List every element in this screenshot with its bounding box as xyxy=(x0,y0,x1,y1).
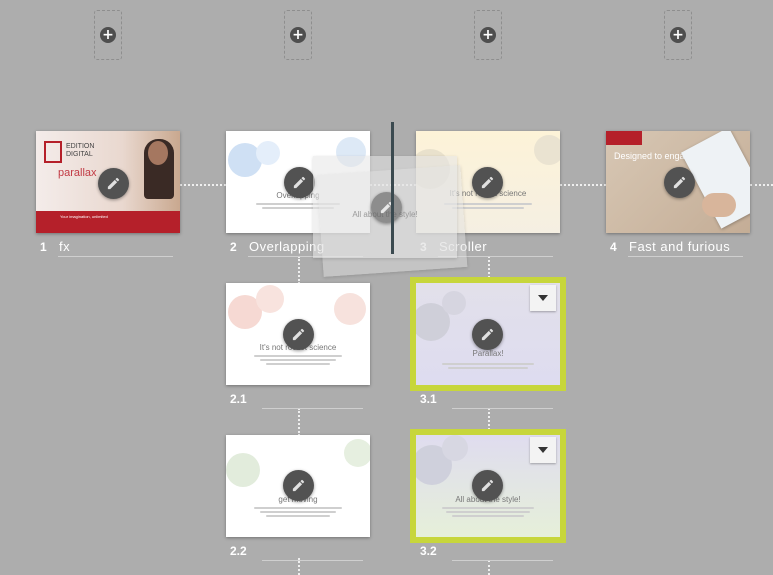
text-line xyxy=(446,511,530,513)
slide-number: 2.2 xyxy=(230,544,247,558)
text-line xyxy=(442,363,534,365)
slide-title: parallax xyxy=(58,167,97,179)
text-line xyxy=(442,507,534,509)
red-banner xyxy=(36,211,180,233)
connector xyxy=(560,184,606,186)
connector xyxy=(488,560,490,575)
caret-down-icon[interactable] xyxy=(530,437,556,463)
connector xyxy=(488,256,490,282)
logo-line-1: EDITION xyxy=(66,143,95,150)
bubble xyxy=(226,453,260,487)
plus-circle-icon: + xyxy=(290,27,306,43)
edit-slide-button[interactable] xyxy=(283,319,314,350)
label-underline xyxy=(262,560,363,561)
bubble xyxy=(534,135,560,165)
connector xyxy=(298,408,300,436)
person-face xyxy=(148,141,168,165)
edit-slide-button[interactable] xyxy=(283,470,314,501)
slide-label[interactable]: Fast and furious xyxy=(629,239,730,254)
label-underline xyxy=(262,408,363,409)
bubble xyxy=(256,285,284,313)
text-line xyxy=(254,355,342,357)
pencil-icon xyxy=(673,176,686,189)
edit-slide-button[interactable] xyxy=(472,319,503,350)
text-line xyxy=(260,359,336,361)
slide-card-4[interactable]: Designed to engage xyxy=(606,131,750,233)
bubble xyxy=(256,141,280,165)
slide-number: 4 xyxy=(610,240,617,254)
caret-down-icon[interactable] xyxy=(530,285,556,311)
pencil-icon xyxy=(293,176,306,189)
add-slide-slot-4[interactable]: + xyxy=(664,10,692,60)
pencil-icon xyxy=(481,479,494,492)
slide-number: 3.1 xyxy=(420,392,437,406)
pencil-icon xyxy=(292,328,305,341)
plus-circle-icon: + xyxy=(100,27,116,43)
pencil-icon xyxy=(481,176,494,189)
plus-circle-icon: + xyxy=(670,27,686,43)
connector xyxy=(488,408,490,434)
logo-line-2: DIGITAL xyxy=(66,151,93,158)
text-line xyxy=(266,363,330,365)
text-line xyxy=(260,511,336,513)
tagline: Your imagination, unlimited xyxy=(60,214,108,219)
slide-card-2-1[interactable]: It's not rocket science xyxy=(226,283,370,385)
brand-tab xyxy=(606,131,642,145)
slide-number: 3.2 xyxy=(420,544,437,558)
text-line xyxy=(266,515,330,517)
text-line xyxy=(254,507,342,509)
slide-label[interactable]: fx xyxy=(59,239,70,254)
edit-slide-button[interactable] xyxy=(284,167,315,198)
drag-ghost: All about the style! xyxy=(313,156,457,258)
slide-number: 2.1 xyxy=(230,392,247,406)
bubble xyxy=(334,293,366,325)
slide-card-2-2[interactable]: get moving xyxy=(226,435,370,537)
edit-slide-button[interactable] xyxy=(472,470,503,501)
slide-card-3-2[interactable]: All about the style! xyxy=(410,429,566,543)
edit-slide-button[interactable] xyxy=(98,168,129,199)
edit-slide-button[interactable] xyxy=(472,167,503,198)
bubble xyxy=(442,435,468,461)
slide-number: 1 xyxy=(40,240,47,254)
hand-image xyxy=(702,193,736,217)
edition-digital-logo xyxy=(44,141,62,163)
slide-title: Parallax! xyxy=(472,349,504,358)
label-underline xyxy=(452,560,553,561)
plus-circle-icon: + xyxy=(480,27,496,43)
slide-card-1[interactable]: EDITION DIGITAL parallax Your imaginatio… xyxy=(36,131,180,233)
connector xyxy=(180,184,226,186)
pencil-icon xyxy=(292,479,305,492)
text-line xyxy=(448,367,528,369)
pencil-icon xyxy=(107,177,120,190)
label-underline xyxy=(628,256,743,257)
connector xyxy=(298,256,300,284)
connector xyxy=(750,184,773,186)
edit-slide-button[interactable] xyxy=(664,167,695,198)
edit-slide-button xyxy=(371,192,402,223)
bubble xyxy=(344,439,370,467)
slide-number: 2 xyxy=(230,240,237,254)
drop-position-indicator xyxy=(391,122,394,254)
text-line xyxy=(452,515,524,517)
add-slide-slot-1[interactable]: + xyxy=(94,10,122,60)
add-slide-slot-2[interactable]: + xyxy=(284,10,312,60)
label-underline xyxy=(58,256,173,257)
slide-card-3-1[interactable]: Parallax! xyxy=(410,277,566,391)
label-underline xyxy=(452,408,553,409)
pencil-icon xyxy=(481,328,494,341)
add-slide-slot-3[interactable]: + xyxy=(474,10,502,60)
bubble xyxy=(442,291,466,315)
